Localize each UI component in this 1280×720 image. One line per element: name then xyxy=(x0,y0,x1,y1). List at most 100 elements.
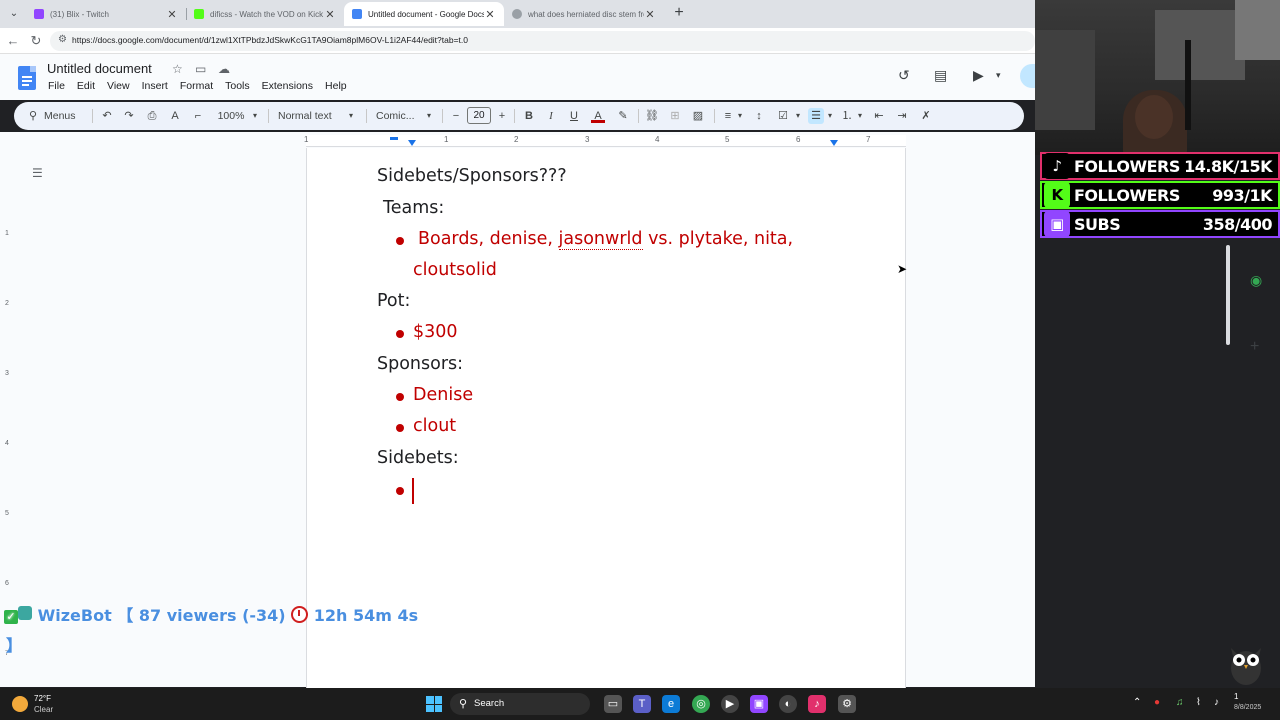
menu-insert[interactable]: Insert xyxy=(136,80,174,92)
document-outline-icon[interactable]: ☰ xyxy=(32,166,43,180)
cloud-status-icon[interactable]: ☁ xyxy=(218,62,230,76)
windows-start-icon[interactable] xyxy=(426,696,442,712)
sponsor-list-item[interactable]: clout xyxy=(413,416,456,436)
meet-video-icon[interactable]: ▶ xyxy=(973,67,984,84)
maps-icon[interactable]: ◉ xyxy=(1250,272,1262,289)
twitch-app-icon[interactable]: ▣ xyxy=(750,695,768,713)
tab-kick[interactable]: dificss - Watch the VOD on Kick ✕ xyxy=(186,2,344,26)
style-chevron-down-icon[interactable]: ▾ xyxy=(346,108,356,124)
spelling-error-word[interactable]: jasonwrld xyxy=(558,229,643,250)
menu-file[interactable]: File xyxy=(42,80,71,92)
font-chevron-down-icon[interactable]: ▾ xyxy=(424,108,434,124)
numbered-chevron-down-icon[interactable]: ▾ xyxy=(856,108,864,124)
tray-chevron-up-icon[interactable]: ⌃ xyxy=(1133,697,1141,708)
paint-format-icon[interactable]: ⌐ xyxy=(191,108,205,124)
site-info-icon[interactable]: ⚙ xyxy=(58,34,67,45)
align-chevron-down-icon[interactable]: ▾ xyxy=(736,108,744,124)
teams-label[interactable]: Teams: xyxy=(383,198,444,218)
align-left-icon[interactable]: ≡ xyxy=(721,108,735,124)
tiktok-live-icon[interactable]: ♪ xyxy=(808,695,826,713)
clear-formatting-icon[interactable]: ✗ xyxy=(919,108,933,124)
highlight-color-icon[interactable]: ✎ xyxy=(616,108,630,124)
edge-icon[interactable]: e xyxy=(662,695,680,713)
horizontal-ruler[interactable]: 1 1 2 3 4 5 6 7 xyxy=(304,135,906,147)
underline-icon[interactable]: U xyxy=(567,108,581,124)
sponsor-list-item[interactable]: Denise xyxy=(413,385,473,405)
back-arrow-icon[interactable]: ← xyxy=(5,33,21,49)
move-folder-icon[interactable]: ▭ xyxy=(195,62,206,76)
share-button[interactable] xyxy=(1020,64,1035,88)
font-select[interactable]: Comic... xyxy=(376,108,426,124)
docs-logo-icon[interactable] xyxy=(18,66,36,90)
teams-list-item-continuation[interactable]: cloutsolid xyxy=(413,260,497,280)
decrease-font-size-icon[interactable]: − xyxy=(450,108,462,124)
bold-icon[interactable]: B xyxy=(522,108,536,124)
redo-icon[interactable]: ↷ xyxy=(122,108,136,124)
reload-icon[interactable]: ↻ xyxy=(28,33,44,49)
weather-moon-icon[interactable] xyxy=(12,696,28,712)
first-line-indent-marker[interactable] xyxy=(390,137,398,140)
tray-app-icon[interactable]: ● xyxy=(1154,697,1160,708)
document-title[interactable]: Untitled document xyxy=(47,61,152,76)
tab-twitch[interactable]: (31) Blix - Twitch ✕ xyxy=(26,2,186,26)
spellcheck-icon[interactable]: A xyxy=(168,108,182,124)
pot-label[interactable]: Pot: xyxy=(377,291,410,311)
close-tab-icon[interactable]: ✕ xyxy=(166,8,178,21)
close-tab-icon[interactable]: ✕ xyxy=(484,8,496,21)
tab-google-docs[interactable]: Untitled document - Google Docs ✕ xyxy=(344,2,504,26)
meet-dropdown-icon[interactable]: ▾ xyxy=(996,70,1001,81)
checklist-chevron-down-icon[interactable]: ▾ xyxy=(794,108,802,124)
increase-font-size-icon[interactable]: + xyxy=(496,108,508,124)
comments-icon[interactable]: ▤ xyxy=(934,67,947,84)
insert-link-icon[interactable]: ⛓ xyxy=(645,108,659,124)
star-icon[interactable]: ☆ xyxy=(172,62,183,76)
media-player-icon[interactable]: ▶ xyxy=(721,695,739,713)
increase-indent-icon[interactable]: ⇥ xyxy=(895,108,909,124)
omnibox[interactable]: ⚙ https://docs.google.com/document/d/1zw… xyxy=(50,31,1035,51)
task-view-icon[interactable]: ▭ xyxy=(604,695,622,713)
italic-icon[interactable]: I xyxy=(544,108,558,124)
weather-condition[interactable]: Clear xyxy=(34,705,53,714)
checklist-icon[interactable]: ☑ xyxy=(776,108,790,124)
microphone-icon[interactable]: ♫ xyxy=(1176,697,1184,708)
menus-search[interactable]: Menus xyxy=(44,108,84,124)
obs-icon[interactable]: ◐ xyxy=(779,695,797,713)
left-indent-marker[interactable] xyxy=(408,140,416,146)
close-tab-icon[interactable]: ✕ xyxy=(644,8,656,21)
new-tab-plus-icon[interactable]: + xyxy=(670,4,688,22)
document-scrollbar[interactable] xyxy=(1226,245,1230,345)
right-indent-marker[interactable] xyxy=(830,140,838,146)
menu-format[interactable]: Format xyxy=(174,80,219,92)
undo-icon[interactable]: ↶ xyxy=(100,108,114,124)
bullet-chevron-down-icon[interactable]: ▾ xyxy=(826,108,834,124)
menu-edit[interactable]: Edit xyxy=(71,80,101,92)
menu-extensions[interactable]: Extensions xyxy=(256,80,319,92)
sidebets-label[interactable]: Sidebets: xyxy=(377,448,459,468)
clock-date[interactable]: 8/8/2025 xyxy=(1234,704,1261,711)
zoom-chevron-down-icon[interactable]: ▾ xyxy=(250,108,260,124)
search-menus-icon[interactable]: ⚲ xyxy=(26,108,40,124)
sponsors-label[interactable]: Sponsors: xyxy=(377,354,463,374)
teams-icon[interactable]: T xyxy=(633,695,651,713)
clock-time[interactable]: 1 xyxy=(1234,692,1238,701)
teams-list-item[interactable]: Boards, denise, jasonwrld vs. plytake, n… xyxy=(418,229,793,250)
version-history-icon[interactable]: ↺ xyxy=(898,67,910,84)
print-icon[interactable]: ⎙ xyxy=(145,108,159,124)
paragraph-style-select[interactable]: Normal text xyxy=(278,108,340,124)
weather-temperature[interactable]: 72°F xyxy=(34,694,51,703)
insert-image-icon[interactable]: ▨ xyxy=(691,108,705,124)
bulleted-list-icon[interactable]: ☰ xyxy=(808,108,824,124)
url-text[interactable]: https://docs.google.com/document/d/1zwl1… xyxy=(72,35,468,45)
pot-list-item[interactable]: $300 xyxy=(413,322,458,342)
text-color-icon[interactable]: A xyxy=(591,108,605,123)
wifi-icon[interactable]: ⌇ xyxy=(1196,697,1201,708)
add-comment-icon[interactable]: ⊞ xyxy=(668,108,682,124)
tab-search[interactable]: what does herniated disc stem fro ✕ xyxy=(504,2,664,26)
font-size-input[interactable]: 20 xyxy=(467,107,491,124)
add-addon-plus-icon[interactable]: + xyxy=(1250,338,1259,356)
zoom-select[interactable]: 100% xyxy=(216,108,246,124)
line-spacing-icon[interactable]: ↕ xyxy=(752,108,766,124)
doc-heading[interactable]: Sidebets/Sponsors??? xyxy=(377,166,567,186)
chrome-icon[interactable]: ◎ xyxy=(692,695,710,713)
menu-tools[interactable]: Tools xyxy=(219,80,256,92)
